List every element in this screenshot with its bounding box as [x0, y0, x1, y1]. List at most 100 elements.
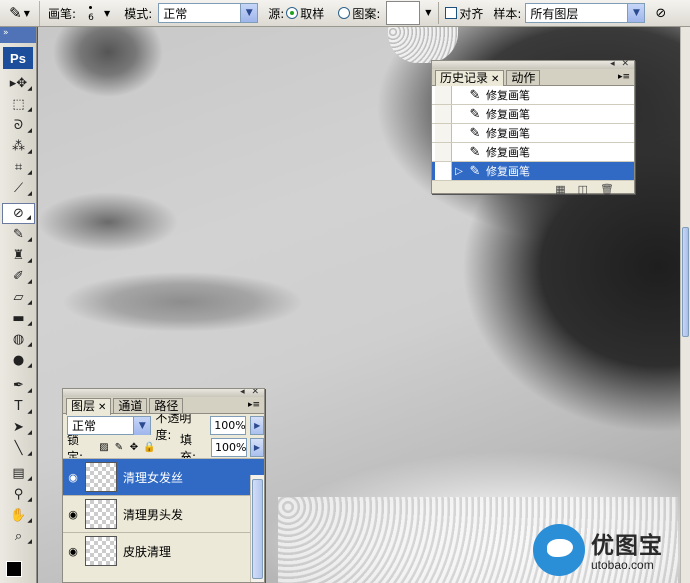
marquee-icon: ⬚	[12, 97, 25, 112]
aligned-label: 对齐	[459, 6, 484, 21]
history-snapshot-checkbox[interactable]	[435, 162, 452, 180]
eye-icon[interactable]: ◉	[63, 471, 83, 484]
history-item[interactable]: ✎ 修复画笔	[432, 86, 634, 105]
tool-eyedropper[interactable]: ⚲ ◢	[2, 484, 35, 505]
toolbox-grip[interactable]: »	[0, 27, 36, 43]
tab-history[interactable]: 历史记录 ✕	[435, 70, 505, 87]
history-snapshot-checkbox[interactable]	[435, 86, 452, 104]
gradient-icon: ▬	[12, 311, 25, 326]
tool-blur[interactable]: ◍ ◢	[2, 329, 35, 350]
layer-row[interactable]: ◉ 清理男头发	[63, 495, 264, 532]
tab-channels[interactable]: 通道	[113, 398, 148, 413]
history-item[interactable]: ✎ 修复画笔	[432, 105, 634, 124]
tool-path-selection[interactable]: ➤ ◢	[2, 417, 35, 438]
clone-stamp-icon: ♜	[12, 248, 25, 263]
lock-position-icon[interactable]: ✥	[128, 442, 140, 454]
lock-image-icon[interactable]: ✎	[113, 442, 125, 454]
history-state-marker: ▷	[455, 165, 463, 177]
tool-lasso[interactable]: ᘐ ◢	[2, 115, 35, 136]
tab-layers[interactable]: 图层 ✕	[66, 398, 112, 415]
tool-healing-brush[interactable]: ⊘ ◢	[2, 203, 35, 224]
history-brush-icon: ✐	[13, 269, 24, 284]
layer-name: 清理女发丝	[123, 470, 184, 485]
brush-dropdown-arrow[interactable]: ▼	[104, 9, 110, 18]
tool-eraser[interactable]: ▱ ◢	[2, 287, 35, 308]
new-snapshot-icon[interactable]: ◫	[578, 183, 588, 196]
opacity-slider-toggle[interactable]: ▶	[250, 416, 264, 435]
close-icon[interactable]: ✕	[491, 74, 499, 85]
healing-brush-icon: ✎	[469, 87, 481, 103]
sample-select[interactable]: 所有图层 ▼	[525, 3, 646, 23]
color-swatches[interactable]	[6, 551, 34, 581]
tool-gradient[interactable]: ▬ ◢	[2, 308, 35, 329]
tool-zoom[interactable]: ⌕ ◢	[2, 526, 35, 547]
brush-size: 6	[88, 13, 94, 23]
notes-icon: ▤	[12, 466, 25, 481]
zoom-icon: ⌕	[14, 529, 23, 544]
panel-menu-icon[interactable]: ▸≡	[248, 400, 260, 410]
tool-history-brush[interactable]: ✐ ◢	[2, 266, 35, 287]
tool-slice[interactable]: ⟋ ◢	[2, 178, 35, 199]
tool-marquee[interactable]: ⬚ ◢	[2, 94, 35, 115]
sample-label: 样本:	[493, 6, 522, 21]
tool-hand[interactable]: ✋ ◢	[2, 505, 35, 526]
layer-row[interactable]: ◉ 皮肤清理	[63, 532, 264, 569]
fill-input[interactable]: 100%	[210, 438, 247, 457]
tool-type[interactable]: T ◢	[2, 396, 35, 417]
panel-window-buttons[interactable]: ◂ ✕	[610, 59, 631, 69]
tool-pen[interactable]: ✒ ◢	[2, 375, 35, 396]
tab-paths[interactable]: 路径	[149, 398, 184, 413]
blend-mode-select[interactable]: 正常 ▼	[67, 416, 152, 435]
tab-actions[interactable]: 动作	[506, 70, 541, 85]
history-snapshot-checkbox[interactable]	[435, 143, 452, 161]
source-sampled-radio[interactable]	[286, 7, 299, 19]
canvas-scrollbar[interactable]	[680, 27, 690, 583]
bird-logo-icon	[533, 524, 585, 576]
mode-select[interactable]: 正常 ▼	[158, 3, 259, 23]
healing-brush-icon: ✎	[469, 125, 481, 141]
history-footer: ▦ ◫ 🗑	[432, 181, 634, 198]
history-snapshot-checkbox[interactable]	[435, 105, 452, 123]
history-item[interactable]: ▷ ✎ 修复画笔	[432, 162, 634, 181]
eye-icon[interactable]: ◉	[63, 508, 83, 521]
layer-row[interactable]: ◉ 清理女发丝	[63, 458, 264, 495]
history-snapshot-checkbox[interactable]	[435, 124, 452, 142]
history-item-label: 修复画笔	[486, 165, 530, 178]
healing-brush-icon: ✎	[469, 106, 481, 122]
history-item[interactable]: ✎ 修复画笔	[432, 124, 634, 143]
new-document-from-state-icon[interactable]: ▦	[555, 183, 565, 196]
tool-crop[interactable]: ⌗ ◢	[2, 157, 35, 178]
eye-icon[interactable]: ◉	[63, 545, 83, 558]
mode-label: 模式:	[124, 6, 153, 21]
foreground-color[interactable]	[6, 561, 22, 577]
photoshop-logo[interactable]: Ps	[3, 47, 33, 69]
healing-brush-icon: ⊘	[13, 206, 24, 221]
layer-options-row: 正常 ▼ 不透明度: 100% ▶	[63, 411, 264, 442]
tool-brush[interactable]: ✎ ◢	[2, 224, 35, 245]
ignore-adjustment-icon[interactable]: ⊘	[655, 6, 666, 21]
lock-transparent-icon[interactable]: ▨	[98, 442, 110, 454]
pattern-picker[interactable]: ▼	[386, 1, 431, 25]
lock-all-icon[interactable]: 🔒	[143, 442, 155, 454]
mode-value: 正常	[163, 6, 188, 21]
panel-menu-icon[interactable]: ▸≡	[618, 72, 630, 82]
brush-preset-picker[interactable]: 6	[80, 2, 102, 24]
trash-icon[interactable]: 🗑	[600, 183, 614, 196]
tool-clone-stamp[interactable]: ♜ ◢	[2, 245, 35, 266]
fill-slider-toggle[interactable]: ▶	[249, 438, 264, 457]
tool-line[interactable]: ╲ ◢	[2, 438, 35, 459]
healing-brush-icon: ✎	[469, 144, 481, 160]
panel-window-buttons[interactable]: ◂ ✕	[240, 389, 261, 397]
close-icon[interactable]: ✕	[98, 402, 106, 413]
watermark-title: 优图宝	[591, 533, 663, 559]
tool-magic-wand[interactable]: ⁂ ◢	[2, 136, 35, 157]
history-item[interactable]: ✎ 修复画笔	[432, 143, 634, 162]
tool-dodge[interactable]: ● ◢	[2, 350, 35, 371]
layers-scrollbar[interactable]	[250, 475, 264, 582]
opacity-input[interactable]: 100%	[210, 416, 247, 435]
tool-preset-picker[interactable]: ✎ ▼	[0, 0, 40, 26]
tool-move[interactable]: ▸✥ ◢	[2, 73, 35, 94]
tool-notes[interactable]: ▤ ◢	[2, 463, 35, 484]
aligned-checkbox[interactable]	[445, 7, 458, 19]
source-pattern-radio[interactable]	[338, 7, 351, 19]
